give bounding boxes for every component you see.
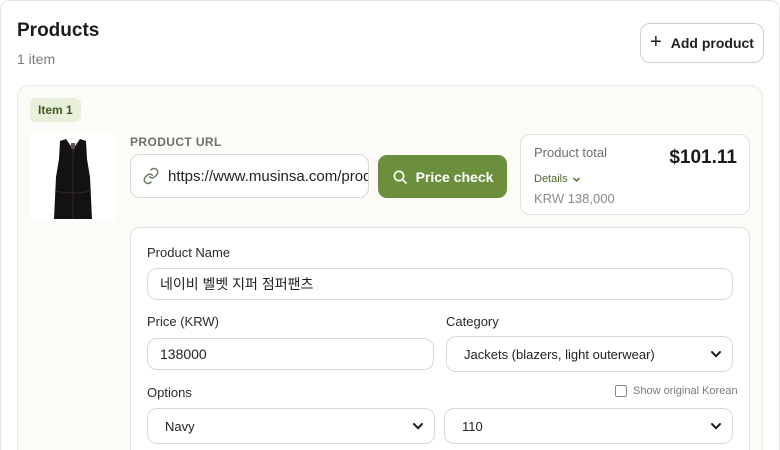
product-total-label: Product total — [534, 145, 607, 160]
item-count: 1 item — [17, 51, 56, 67]
product-total-box: Product total $101.11 Details KRW 138,00… — [520, 134, 750, 215]
add-product-label: Add product — [670, 35, 754, 51]
product-url-label: PRODUCT URL — [130, 135, 222, 149]
option-size-selected: 110 — [462, 418, 483, 434]
price-check-label: Price check — [415, 168, 494, 185]
product-name-label: Product Name — [147, 245, 231, 260]
options-label: Options — [147, 385, 192, 400]
product-name-input[interactable]: 네이비 벨벳 지퍼 점퍼팬츠 — [147, 268, 733, 300]
option-color-select[interactable]: Navy — [147, 408, 435, 444]
price-krw-input[interactable]: 138000 — [147, 338, 434, 370]
chevron-down-icon — [413, 423, 423, 430]
product-image-icon — [54, 139, 92, 219]
details-label: Details — [534, 173, 568, 185]
product-total-krw: KRW 138,000 — [534, 191, 615, 206]
chevron-down-icon — [572, 177, 580, 182]
link-icon — [143, 167, 159, 185]
product-url-input[interactable] — [168, 167, 368, 185]
search-icon — [393, 170, 407, 184]
show-korean-checkbox[interactable] — [615, 385, 627, 397]
plus-icon: + — [650, 31, 662, 53]
option-color-selected: Navy — [165, 418, 195, 434]
show-korean-label: Show original Korean — [633, 385, 738, 397]
add-product-button[interactable]: + Add product — [640, 23, 764, 63]
item-badge: Item 1 — [30, 98, 81, 122]
chevron-down-icon — [711, 351, 721, 358]
product-total-value: $101.11 — [669, 147, 737, 168]
option-size-select[interactable]: 110 — [444, 408, 733, 444]
category-select[interactable]: Jackets (blazers, light outerwear) — [446, 336, 733, 372]
price-check-button[interactable]: Price check — [378, 155, 507, 198]
price-krw-label: Price (KRW) — [147, 314, 219, 329]
product-url-field[interactable] — [130, 154, 369, 198]
chevron-down-icon — [711, 423, 721, 430]
category-selected: Jackets (blazers, light outerwear) — [464, 346, 655, 362]
page-title: Products — [17, 20, 100, 41]
category-label: Category — [446, 314, 499, 329]
product-thumbnail — [30, 133, 116, 221]
details-toggle[interactable]: Details — [534, 173, 581, 185]
show-original-korean-toggle[interactable]: Show original Korean — [615, 385, 738, 397]
